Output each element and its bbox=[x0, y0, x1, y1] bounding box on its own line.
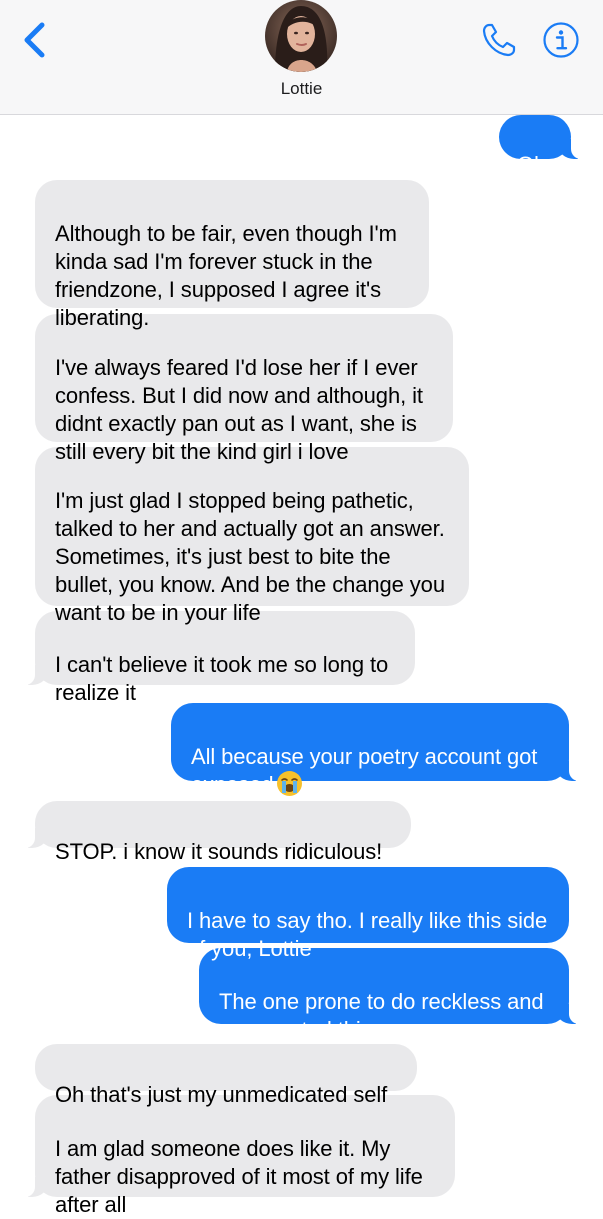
avatar-photo bbox=[265, 0, 337, 72]
message-text: I'm just glad I stopped being pathetic, … bbox=[55, 488, 445, 625]
back-button[interactable] bbox=[18, 20, 52, 60]
message-text: All because your poetry account got expo… bbox=[191, 744, 538, 797]
conversation-header: Lottie bbox=[0, 0, 603, 115]
message-bubble-incoming[interactable]: I am glad someone does like it. My fathe… bbox=[9, 1095, 455, 1217]
loudly-crying-face-emoji bbox=[277, 771, 303, 796]
message-bubble-incoming[interactable]: Although to be fair, even though I'm kin… bbox=[35, 180, 429, 330]
message-text: I can't believe it took me so long to re… bbox=[55, 652, 389, 705]
info-icon bbox=[543, 22, 579, 58]
message-text: STOP. i know it sounds ridiculous! bbox=[55, 839, 383, 864]
message-bubble-incoming[interactable]: I'm just glad I stopped being pathetic, … bbox=[35, 447, 469, 625]
message-text: I am glad someone does like it. My fathe… bbox=[55, 1136, 423, 1217]
message-bubble-outgoing[interactable]: All because your poetry account got expo… bbox=[171, 703, 595, 797]
message-bubble-outgoing[interactable]: I have to say tho. I really like this si… bbox=[167, 867, 569, 961]
contact-name[interactable]: Lottie bbox=[0, 79, 603, 99]
call-button[interactable] bbox=[480, 21, 518, 59]
phone-icon bbox=[482, 23, 516, 57]
message-bubble-incoming[interactable]: STOP. i know it sounds ridiculous! bbox=[9, 801, 411, 864]
message-text: The one prone to do reckless and unexpec… bbox=[219, 989, 544, 1042]
chevron-left-icon bbox=[24, 22, 45, 58]
message-thread[interactable]: Oh Although to be fair, even though I'm … bbox=[0, 115, 603, 1217]
message-bubble-incoming[interactable]: Oh that's just my unmedicated self bbox=[35, 1044, 417, 1107]
info-button[interactable] bbox=[542, 21, 580, 59]
contact-avatar[interactable] bbox=[265, 0, 337, 72]
message-text: Oh bbox=[517, 152, 547, 177]
message-bubble-outgoing[interactable]: Oh bbox=[499, 115, 597, 177]
message-bubble-incoming[interactable]: I've always feared I'd lose her if I eve… bbox=[35, 314, 453, 464]
message-text: Oh that's just my unmedicated self bbox=[55, 1082, 388, 1107]
